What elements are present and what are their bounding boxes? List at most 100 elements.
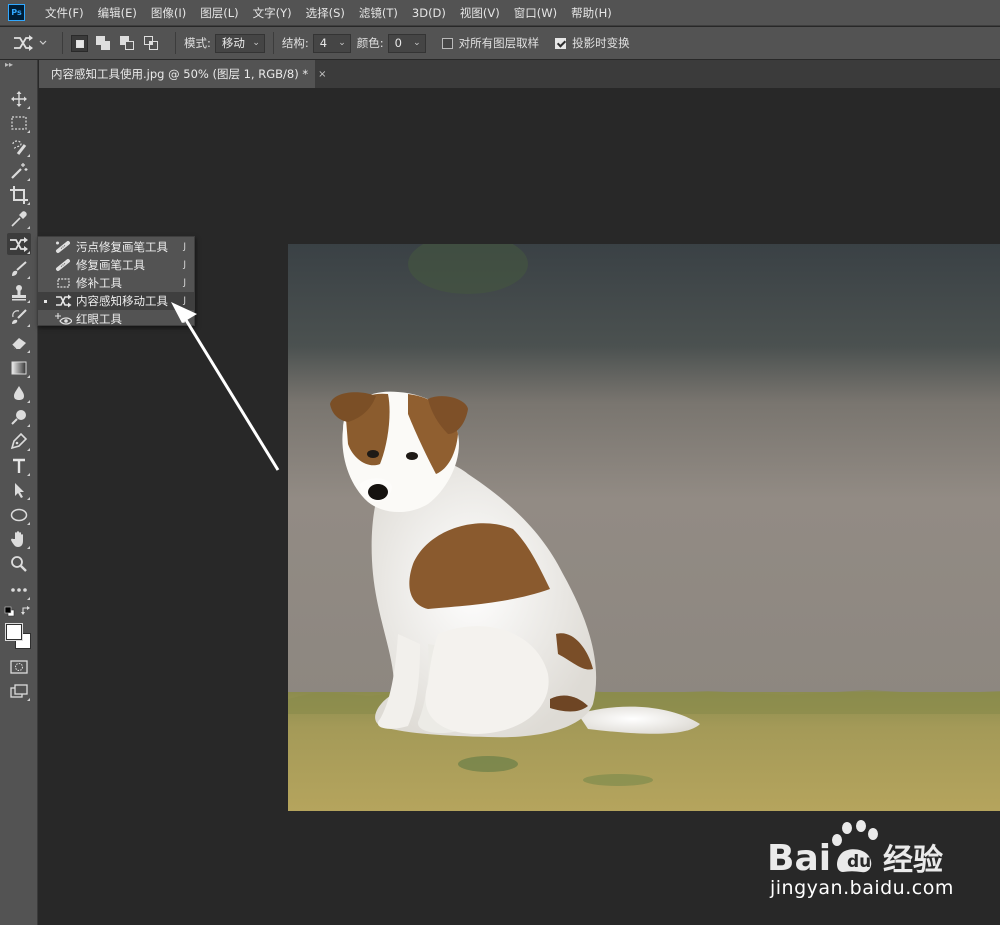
pen-tool[interactable] [7, 430, 31, 452]
menu-item-content-aware-move[interactable]: 内容感知移动工具 J [38, 292, 194, 310]
add-to-selection-button[interactable] [95, 35, 112, 52]
clone-stamp-tool[interactable] [7, 282, 31, 304]
transform-on-drop-checkbox[interactable] [555, 37, 567, 49]
chevron-down-icon [39, 40, 47, 45]
menu-item-spot-healing-brush[interactable]: 污点修复画笔工具 J [38, 238, 194, 256]
foreground-background-icon[interactable] [4, 622, 34, 652]
crop-tool[interactable] [7, 184, 31, 206]
path-selection-tool[interactable] [7, 479, 31, 501]
marquee-icon [11, 116, 27, 130]
watermark-url: jingyan.baidu.com [770, 877, 954, 899]
gradient-tool[interactable] [7, 357, 31, 379]
quick-selection-tool[interactable] [7, 136, 31, 158]
new-selection-button[interactable] [71, 34, 88, 52]
menu-select[interactable]: 选择(S) [299, 5, 352, 21]
eyedropper-tool[interactable] [7, 208, 31, 230]
screen-mode-button[interactable] [7, 680, 31, 702]
flyout-item-label: 内容感知移动工具 [76, 294, 168, 308]
brush-tool[interactable] [7, 258, 31, 280]
menu-window[interactable]: 窗口(W) [507, 5, 564, 21]
divider [272, 32, 274, 54]
puppy-photo [288, 244, 1000, 811]
crop-icon [10, 186, 28, 204]
menu-item-red-eye[interactable]: 红眼工具 J [38, 310, 194, 328]
menu-bar: Ps 文件(F) 编辑(E) 图像(I) 图层(L) 文字(Y) 选择(S) 滤… [0, 0, 1000, 26]
sample-all-layers-checkbox[interactable] [441, 37, 453, 49]
shortcut-key: J [183, 314, 186, 324]
intersect-selection-button[interactable] [143, 35, 160, 52]
ellipse-tool[interactable] [7, 504, 31, 526]
structure-select[interactable]: 4 ⌄ [312, 33, 351, 53]
magic-wand-icon [11, 163, 28, 179]
flyout-item-label: 红眼工具 [76, 312, 122, 326]
move-tool[interactable] [7, 88, 31, 110]
menu-item-patch[interactable]: 修补工具 J [38, 274, 194, 292]
content-aware-move-icon [14, 35, 33, 51]
chevron-down-icon: ⌄ [413, 37, 421, 48]
menu-filter[interactable]: 滤镜(T) [352, 5, 405, 21]
menu-layer[interactable]: 图层(L) [193, 5, 245, 21]
color-label: 颜色: [356, 36, 384, 50]
dodge-tool[interactable] [7, 406, 31, 428]
menu-view[interactable]: 视图(V) [453, 5, 507, 21]
tool-preset-picker[interactable] [12, 31, 54, 55]
mode-select[interactable]: 移动 ⌄ [214, 33, 265, 53]
menu-file[interactable]: 文件(F) [38, 5, 91, 21]
document-canvas-image[interactable] [288, 244, 1000, 811]
quick-mask-button[interactable] [7, 656, 31, 678]
marquee-tool[interactable] [7, 112, 31, 134]
eraser-icon [11, 338, 26, 350]
swap-colors-icon[interactable] [21, 606, 32, 617]
chevron-down-icon: ⌄ [252, 37, 260, 48]
shortcut-key: J [183, 242, 186, 252]
history-brush-tool[interactable] [7, 306, 31, 328]
more-tools-icon [11, 588, 27, 592]
close-icon[interactable]: × [318, 69, 326, 80]
eyedropper-icon [11, 211, 27, 227]
menu-image[interactable]: 图像(I) [144, 5, 193, 21]
gradient-icon [11, 361, 27, 375]
zoom-icon [11, 556, 27, 572]
history-brush-icon [12, 309, 27, 324]
move-icon [11, 91, 27, 107]
hand-tool[interactable] [7, 528, 31, 550]
mode-label: 模式: [184, 36, 211, 50]
magic-wand-tool[interactable] [7, 160, 31, 182]
ellipse-icon [10, 508, 28, 522]
menu-type[interactable]: 文字(Y) [246, 5, 299, 21]
type-tool[interactable] [7, 455, 31, 477]
path-selection-icon [15, 483, 24, 498]
document-tab[interactable]: 内容感知工具使用.jpg @ 50% (图层 1, RGB/8) * × [39, 60, 327, 88]
selected-indicator [44, 299, 47, 303]
hand-icon [11, 531, 23, 547]
menu-help[interactable]: 帮助(H) [564, 5, 619, 21]
sample-all-layers-label: 对所有图层取样 [458, 36, 540, 50]
spot-healing-brush-icon [56, 241, 70, 253]
more-tools[interactable] [7, 579, 31, 601]
clone-stamp-icon [12, 285, 26, 301]
menu-edit[interactable]: 编辑(E) [91, 5, 144, 21]
content-aware-move-tool[interactable] [7, 233, 31, 255]
svg-text:经验: 经验 [883, 843, 943, 878]
document-tab-bar: 内容感知工具使用.jpg @ 50% (图层 1, RGB/8) * × [39, 60, 1000, 88]
menu-item-healing-brush[interactable]: 修复画笔工具 J [38, 256, 194, 274]
healing-tools-flyout-menu: 污点修复画笔工具 J 修复画笔工具 J 修补工具 J 内容感知移动工具 J 红眼… [37, 236, 195, 326]
photoshop-logo-icon[interactable]: Ps [8, 4, 25, 21]
blur-tool[interactable] [7, 382, 31, 404]
structure-label: 结构: [281, 36, 309, 50]
color-select[interactable]: 0 ⌄ [387, 33, 426, 53]
menu-3d[interactable]: 3D(D) [405, 6, 453, 20]
mode-value: 移动 [221, 36, 245, 50]
divider [62, 32, 63, 54]
eraser-tool[interactable] [7, 332, 31, 354]
document-tab-title: 内容感知工具使用.jpg @ 50% (图层 1, RGB/8) * [51, 67, 309, 81]
shortcut-key: J [183, 296, 186, 306]
zoom-tool[interactable] [7, 553, 31, 575]
subtract-from-selection-button[interactable] [119, 35, 136, 52]
foreground-color-swatch[interactable] [5, 623, 23, 641]
tools-panel: ▸▸ [0, 60, 38, 925]
blur-icon [14, 386, 24, 400]
default-colors-icon[interactable] [4, 606, 15, 617]
panel-collapse-icon[interactable]: ▸▸ [0, 60, 37, 70]
quick-mask-icon [10, 660, 28, 674]
